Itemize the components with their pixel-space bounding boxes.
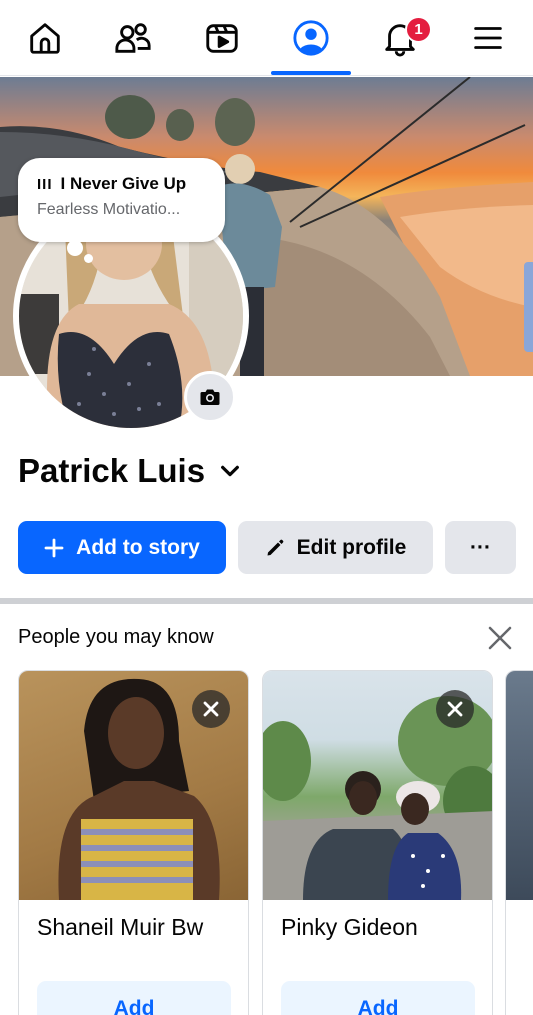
more-dots-icon: ··· — [470, 535, 491, 559]
close-icon — [447, 701, 463, 717]
friends-icon — [115, 23, 151, 53]
notification-badge: 1 — [405, 16, 432, 43]
profile-icon — [293, 20, 329, 56]
add-to-story-label: Add to story — [76, 535, 200, 559]
nav-profile[interactable] — [266, 0, 356, 76]
profile-name[interactable]: Patrick Luis — [18, 452, 241, 490]
pymk-card-name[interactable]: Pinky Gideon — [281, 914, 418, 941]
edit-profile-label: Edit profile — [296, 535, 407, 559]
home-icon — [30, 23, 60, 54]
nav-home[interactable] — [0, 0, 90, 76]
add-friend-button[interactable]: Add — [37, 981, 231, 1015]
active-tab-indicator — [271, 71, 351, 75]
note-artist: Fearless Motivatio... — [37, 201, 181, 218]
pymk-dismiss-button[interactable] — [192, 690, 230, 728]
chevron-down-icon — [221, 465, 240, 477]
nav-video[interactable] — [177, 0, 267, 76]
add-friend-button[interactable]: Add — [281, 981, 475, 1015]
pencil-icon — [267, 539, 284, 555]
section-divider — [0, 598, 533, 604]
close-icon[interactable] — [486, 624, 514, 652]
pymk-card-photo[interactable] — [263, 671, 492, 900]
profile-name-text: Patrick Luis — [18, 452, 206, 489]
note-bubble-tail — [67, 240, 83, 256]
note-song-title: I Never Give Up — [60, 174, 187, 193]
plus-icon — [44, 538, 64, 557]
pymk-card[interactable]: Pinky Gideon Add — [262, 670, 493, 1015]
video-icon — [206, 24, 238, 53]
hamburger-icon — [474, 27, 502, 49]
nav-menu[interactable] — [443, 0, 533, 76]
pymk-card-photo[interactable] — [19, 671, 248, 900]
note-bubble-tail-small — [84, 254, 93, 263]
pymk-card[interactable]: Shaneil Muir Bw Add — [18, 670, 249, 1015]
music-bars-icon: III — [37, 175, 53, 193]
pymk-dismiss-button[interactable] — [436, 690, 474, 728]
music-note-bubble[interactable]: III I Never Give Up Fearless Motivatio..… — [18, 158, 225, 242]
pymk-card-partial[interactable] — [505, 670, 533, 1015]
close-icon — [203, 701, 219, 717]
top-navigation: 1 — [0, 0, 533, 76]
edit-profile-button[interactable]: Edit profile — [238, 521, 433, 574]
note-title-row: III I Never Give Up — [37, 174, 225, 194]
pymk-title: People you may know — [18, 626, 214, 648]
avatar-camera-button[interactable] — [184, 371, 236, 423]
nav-friends[interactable] — [88, 0, 178, 76]
add-to-story-button[interactable]: Add to story — [18, 521, 226, 574]
pymk-card-name[interactable]: Shaneil Muir Bw — [37, 914, 203, 941]
more-options-button[interactable]: ··· — [445, 521, 516, 574]
nav-notifications[interactable] — [355, 0, 445, 76]
camera-icon — [200, 389, 220, 405]
pymk-card-photo[interactable] — [506, 671, 533, 900]
